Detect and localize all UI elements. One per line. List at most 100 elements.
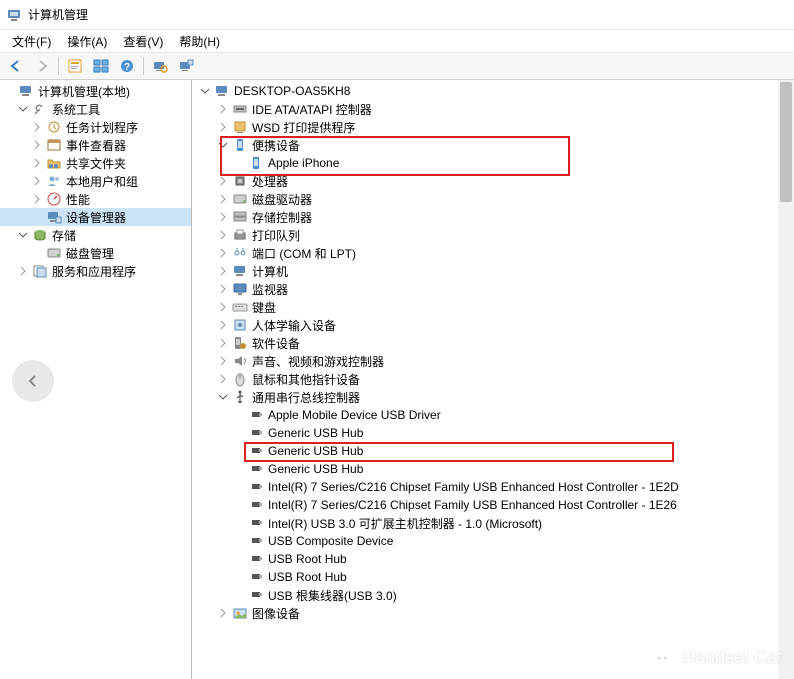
usb-device-icon xyxy=(248,443,264,459)
usb-device-item[interactable]: Generic USB Hub xyxy=(192,460,794,478)
nav-services-apps[interactable]: 服务和应用程序 xyxy=(0,262,191,280)
device-category-usb_ctrl[interactable]: 通用串行总线控制器 xyxy=(192,388,794,406)
device-category-wsd[interactable]: WSD 打印提供程序 xyxy=(192,118,794,136)
device-item-iphone[interactable]: Apple iPhone xyxy=(192,154,794,172)
chevron-right-icon[interactable] xyxy=(216,246,230,260)
chevron-right-icon[interactable] xyxy=(216,300,230,314)
chevron-right-icon[interactable] xyxy=(216,606,230,620)
chevron-right-icon[interactable] xyxy=(2,84,16,98)
nav-disk-mgmt[interactable]: 磁盘管理 xyxy=(0,244,191,262)
nav-performance[interactable]: 性能 xyxy=(0,190,191,208)
chevron-right-icon[interactable] xyxy=(216,210,230,224)
device-tree-pane[interactable]: DESKTOP-OAS5KH8 IDE ATA/ATAPI 控制器WSD 打印提… xyxy=(192,80,794,679)
chevron-down-icon[interactable] xyxy=(16,102,30,116)
device-category-ports[interactable]: 端口 (COM 和 LPT) xyxy=(192,244,794,262)
usb-device-item[interactable]: USB 根集线器(USB 3.0) xyxy=(192,586,794,604)
view-toggle-button[interactable] xyxy=(89,54,113,78)
svg-text:?: ? xyxy=(124,62,130,73)
chevron-right-icon[interactable] xyxy=(30,138,44,152)
chevron-right-icon[interactable] xyxy=(216,318,230,332)
usb-device-icon xyxy=(248,479,264,495)
wsd-icon xyxy=(232,119,248,135)
chevron-right-icon[interactable] xyxy=(216,264,230,278)
storage-icon xyxy=(232,209,248,225)
menu-action[interactable]: 操作(A) xyxy=(59,31,115,52)
chevron-right-icon[interactable] xyxy=(216,372,230,386)
device-category-sound[interactable]: 声音、视频和游戏控制器 xyxy=(192,352,794,370)
device-category-hid[interactable]: 人体学输入设备 xyxy=(192,316,794,334)
usb-device-item[interactable]: USB Root Hub xyxy=(192,550,794,568)
nav-event-viewer[interactable]: 事件查看器 xyxy=(0,136,191,154)
nav-device-manager[interactable]: 设备管理器 xyxy=(0,208,191,226)
menubar: 文件(F) 操作(A) 查看(V) 帮助(H) xyxy=(0,30,794,52)
computer-icon xyxy=(232,263,248,279)
nav-shared-folders[interactable]: 共享文件夹 xyxy=(0,154,191,172)
chevron-right-icon[interactable] xyxy=(216,174,230,188)
device-category-storage_ctrl[interactable]: 存储控制器 xyxy=(192,208,794,226)
properties-button[interactable] xyxy=(63,54,87,78)
chevron-down-icon[interactable] xyxy=(198,84,212,98)
back-button[interactable] xyxy=(4,54,28,78)
device-category-ide[interactable]: IDE ATA/ATAPI 控制器 xyxy=(192,100,794,118)
chevron-right-icon[interactable] xyxy=(16,264,30,278)
monitor-icon xyxy=(232,281,248,297)
services-icon xyxy=(32,263,48,279)
usb-device-item[interactable]: Generic USB Hub xyxy=(192,442,794,460)
chevron-right-icon[interactable] xyxy=(216,192,230,206)
nav-task-scheduler[interactable]: 任务计划程序 xyxy=(0,118,191,136)
usb-device-icon xyxy=(248,425,264,441)
chevron-down-icon[interactable] xyxy=(216,390,230,404)
port-icon xyxy=(232,245,248,261)
device-category-mouse[interactable]: 鼠标和其他指针设备 xyxy=(192,370,794,388)
forward-button[interactable] xyxy=(30,54,54,78)
menu-file[interactable]: 文件(F) xyxy=(4,31,59,52)
device-category-software_dev[interactable]: 软件设备 xyxy=(192,334,794,352)
chevron-right-icon[interactable] xyxy=(30,120,44,134)
chevron-right-icon[interactable] xyxy=(216,336,230,350)
device-root[interactable]: DESKTOP-OAS5KH8 xyxy=(192,82,794,100)
device-category-portable[interactable]: 便携设备 xyxy=(192,136,794,154)
device-category-computer[interactable]: 计算机 xyxy=(192,262,794,280)
users-icon xyxy=(46,173,62,189)
scrollbar-thumb[interactable] xyxy=(780,82,792,202)
menu-help[interactable]: 帮助(H) xyxy=(171,31,228,52)
usb-device-item[interactable]: Intel(R) 7 Series/C216 Chipset Family US… xyxy=(192,478,794,496)
show-hidden-button[interactable] xyxy=(174,54,198,78)
back-circle-button[interactable] xyxy=(12,360,54,402)
device-category-image_dev[interactable]: 图像设备 xyxy=(192,604,794,622)
chevron-right-icon[interactable] xyxy=(30,192,44,206)
usb-device-icon xyxy=(248,587,264,603)
nav-local-users[interactable]: 本地用户和组 xyxy=(0,172,191,190)
nav-root[interactable]: 计算机管理(本地) xyxy=(0,82,191,100)
usb-device-item[interactable]: Intel(R) USB 3.0 可扩展主机控制器 - 1.0 (Microso… xyxy=(192,514,794,532)
usb-device-icon xyxy=(248,569,264,585)
usb-device-item[interactable]: USB Root Hub xyxy=(192,568,794,586)
help-button[interactable]: ? xyxy=(115,54,139,78)
vertical-scrollbar[interactable] xyxy=(778,80,794,679)
chevron-down-icon[interactable] xyxy=(16,228,30,242)
device-category-cpu[interactable]: 处理器 xyxy=(192,172,794,190)
chevron-down-icon[interactable] xyxy=(216,138,230,152)
chevron-right-icon[interactable] xyxy=(216,354,230,368)
nav-system-tools[interactable]: 系统工具 xyxy=(0,100,191,118)
performance-icon xyxy=(46,191,62,207)
usb-device-item[interactable]: Generic USB Hub xyxy=(192,424,794,442)
device-category-monitor[interactable]: 监视器 xyxy=(192,280,794,298)
scan-hardware-button[interactable] xyxy=(148,54,172,78)
device-category-print_queue[interactable]: 打印队列 xyxy=(192,226,794,244)
usb-device-item[interactable]: Intel(R) 7 Series/C216 Chipset Family US… xyxy=(192,496,794,514)
chevron-right-icon[interactable] xyxy=(216,282,230,296)
chevron-right-icon[interactable] xyxy=(30,174,44,188)
chevron-right-icon[interactable] xyxy=(30,156,44,170)
nav-storage[interactable]: 存储 xyxy=(0,226,191,244)
toolbar-separator xyxy=(143,57,144,75)
usb-device-item[interactable]: Apple Mobile Device USB Driver xyxy=(192,406,794,424)
software-icon xyxy=(232,335,248,351)
chevron-right-icon[interactable] xyxy=(216,120,230,134)
menu-view[interactable]: 查看(V) xyxy=(115,31,171,52)
device-category-disk_drives[interactable]: 磁盘驱动器 xyxy=(192,190,794,208)
chevron-right-icon[interactable] xyxy=(216,228,230,242)
usb-device-item[interactable]: USB Composite Device xyxy=(192,532,794,550)
device-category-keyboard[interactable]: 键盘 xyxy=(192,298,794,316)
chevron-right-icon[interactable] xyxy=(216,102,230,116)
